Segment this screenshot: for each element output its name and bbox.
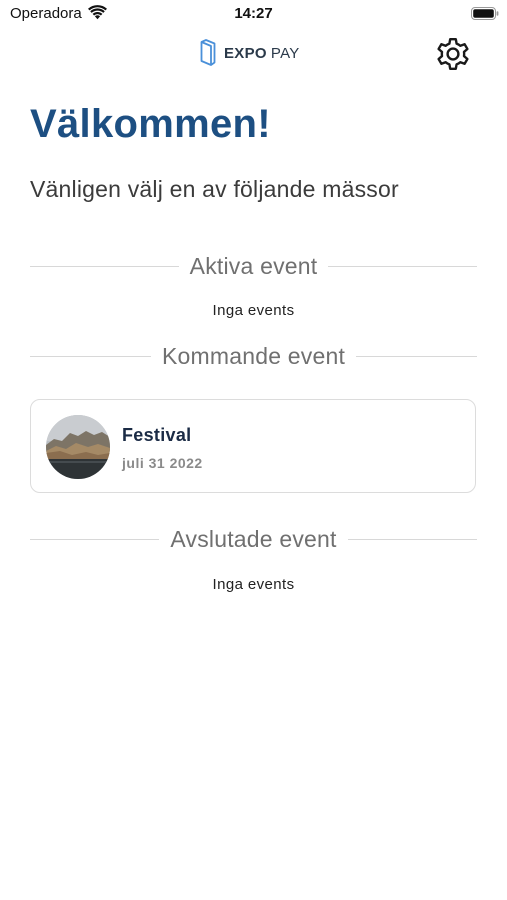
status-bar: Operadora 14:27 xyxy=(0,0,507,28)
finished-empty-text: Inga events xyxy=(212,576,295,593)
section-header-finished: Avslutade event xyxy=(30,524,477,554)
logo-text-light: PAY xyxy=(270,44,300,62)
section-header-upcoming: Kommande event xyxy=(30,341,478,371)
event-name: Festival xyxy=(122,425,192,445)
battery-icon xyxy=(471,7,499,20)
active-empty-text: Inga events xyxy=(212,302,295,319)
divider-line xyxy=(328,265,477,267)
event-thumbnail xyxy=(46,415,110,479)
expo-pay-logo: EXPO PAY xyxy=(200,38,300,68)
page-subtitle: Vänligen välj en av följande mässor xyxy=(30,176,399,202)
section-label-active: Aktiva event xyxy=(189,252,318,279)
page-title: Välkommen! xyxy=(30,102,271,146)
section-header-active: Aktiva event xyxy=(30,251,477,281)
logo-mark-icon xyxy=(200,39,216,66)
logo-text-bold: EXPO xyxy=(224,44,267,62)
section-label-upcoming: Kommande event xyxy=(161,342,346,369)
gear-icon[interactable] xyxy=(433,34,473,74)
app-header: EXPO PAY xyxy=(0,30,507,76)
event-card[interactable]: Festival juli 31 2022 xyxy=(30,399,476,493)
section-label-finished: Avslutade event xyxy=(170,525,337,552)
event-date: juli 31 2022 xyxy=(122,455,203,471)
event-thumbnail-image xyxy=(46,415,110,479)
divider-line xyxy=(30,265,179,267)
divider-line xyxy=(30,355,151,357)
status-time: 14:27 xyxy=(234,5,273,22)
logo-text: EXPO PAY xyxy=(224,45,300,62)
divider-line xyxy=(347,538,477,540)
divider-line xyxy=(356,355,478,357)
divider-line xyxy=(30,538,160,540)
